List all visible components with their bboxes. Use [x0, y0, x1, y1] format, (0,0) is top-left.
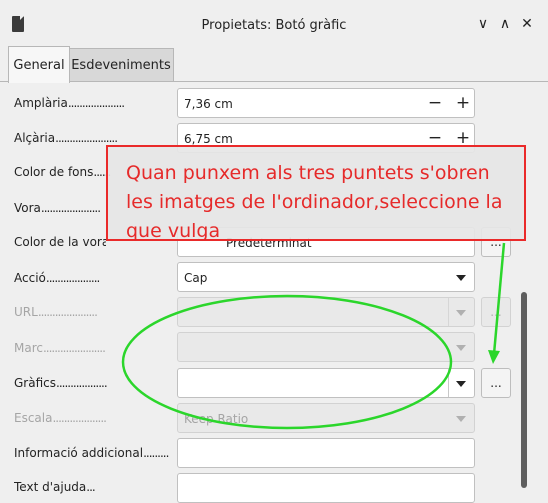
graphics-select[interactable] — [177, 368, 475, 398]
frame-select — [177, 332, 475, 362]
chevron-up-icon[interactable]: ∧ — [496, 15, 514, 33]
tab-esdeveniments[interactable]: Esdeveniments — [68, 48, 174, 82]
url-more-button: ... — [481, 297, 511, 327]
chevron-down-icon — [456, 345, 466, 351]
url-select — [177, 297, 475, 327]
border-color-label: Color de la vora — [14, 235, 106, 249]
width-label: Amplària.................... — [14, 96, 125, 110]
scale-select: Keep Ratio — [177, 403, 475, 433]
scrollbar[interactable] — [521, 292, 527, 488]
tab-general[interactable]: General — [8, 46, 70, 83]
chevron-down-icon — [456, 275, 466, 281]
chevron-down-icon — [456, 310, 466, 316]
additional-info-input[interactable] — [177, 438, 475, 468]
chevron-down-icon[interactable]: ∨ — [474, 15, 492, 33]
height-label: Alçària...................... — [14, 131, 118, 145]
scale-label: Escala................... — [14, 411, 107, 425]
annotation-callout: Quan punxem als tres puntets s'obren les… — [106, 145, 526, 242]
close-icon[interactable]: ✕ — [518, 15, 536, 33]
width-field[interactable]: 7,36 cm − + — [177, 88, 475, 118]
chevron-down-icon — [456, 381, 466, 387]
frame-label: Marc...................... — [14, 341, 106, 355]
graphics-browse-button[interactable]: ... — [481, 368, 511, 398]
help-text-input[interactable] — [177, 473, 475, 503]
help-text-label: Text d'ajuda... — [14, 480, 96, 494]
graphics-label: Gràfics.................. — [14, 376, 108, 390]
window-title: Propietats: Botó gràfic — [201, 18, 347, 33]
chevron-down-icon — [456, 416, 466, 422]
url-label: URL..................... — [14, 305, 98, 319]
width-increase-button[interactable]: + — [453, 93, 473, 113]
additional-info-label: Informació addicional......... — [14, 446, 169, 460]
title-bar: Propietats: Botó gràfic ∨ ∧ ✕ — [0, 0, 548, 44]
action-select[interactable]: Cap — [177, 262, 475, 292]
width-decrease-button[interactable]: − — [425, 93, 445, 113]
action-label: Acció................... — [14, 271, 100, 285]
